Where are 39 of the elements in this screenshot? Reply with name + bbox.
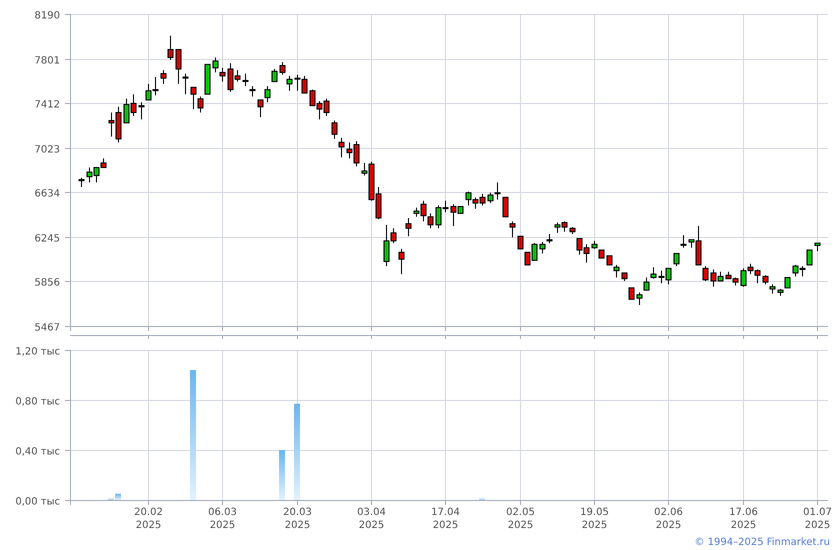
axis-label: 6634 bbox=[34, 188, 60, 200]
axis-label: 7023 bbox=[34, 144, 60, 156]
axis-label: 0,80 тыс bbox=[15, 396, 60, 408]
axis-label: 0,40 тыс bbox=[15, 446, 60, 458]
candlestick bbox=[674, 252, 680, 267]
candlestick bbox=[78, 177, 84, 188]
axis-label: 06.03 2025 bbox=[207, 506, 238, 532]
candlestick bbox=[814, 242, 820, 252]
candlestick bbox=[680, 234, 686, 248]
axis-label: 7412 bbox=[34, 100, 60, 110]
candlestick bbox=[628, 287, 634, 300]
axis-label: 20.02 2025 bbox=[133, 506, 164, 532]
candlestick bbox=[168, 35, 174, 60]
axis-label: 17.06 2025 bbox=[728, 506, 759, 532]
candlestick bbox=[622, 272, 628, 282]
axis-label: 20.03 2025 bbox=[282, 506, 313, 532]
axis-label: 19.05 2025 bbox=[579, 506, 610, 532]
candlestick bbox=[160, 70, 166, 84]
copyright-link[interactable]: © 1994–2025 Finmarket.ru bbox=[694, 537, 830, 548]
axis-label: 03.04 2025 bbox=[356, 506, 387, 532]
axis-label: 5467 bbox=[34, 322, 60, 334]
axis-label: 0,00 тыс bbox=[15, 496, 60, 508]
candlestick bbox=[272, 68, 278, 82]
candlestick bbox=[518, 236, 524, 250]
axis-label: 02.06 2025 bbox=[653, 506, 684, 532]
candlestick bbox=[406, 217, 412, 237]
candlestick bbox=[398, 248, 404, 275]
volume-bar bbox=[279, 450, 285, 500]
axis-label: 5856 bbox=[34, 278, 60, 288]
axis-label: 1,20 тыс bbox=[15, 346, 60, 358]
axis-label: 8190 bbox=[34, 10, 60, 22]
candlestick bbox=[502, 196, 508, 218]
axis-label: 02.05 2025 bbox=[505, 506, 536, 532]
axis-label: 7801 bbox=[34, 56, 60, 66]
axis-label: 17.04 2025 bbox=[430, 506, 461, 532]
candlestick bbox=[570, 226, 576, 234]
axis-label: 6245 bbox=[34, 234, 60, 244]
axis-label: 01.07 2025 bbox=[802, 506, 833, 532]
candlestick bbox=[510, 220, 516, 238]
